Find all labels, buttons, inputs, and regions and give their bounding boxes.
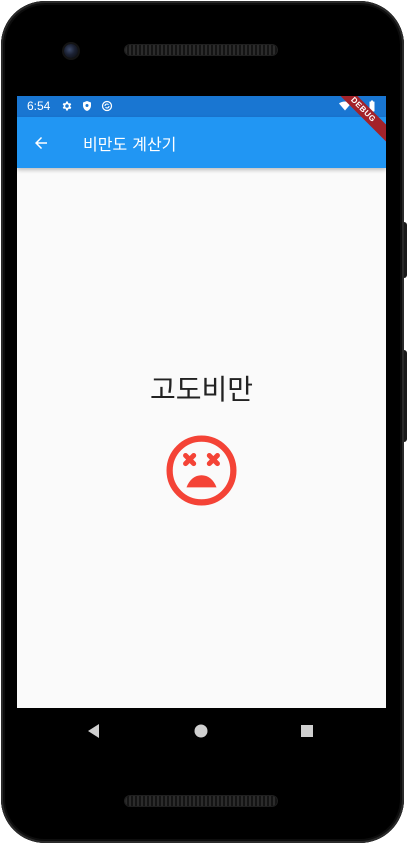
sync-icon [101,100,113,112]
arrow-back-icon [35,137,47,149]
back-triangle-icon[interactable] [85,722,103,740]
result-label: 고도비만 [149,373,254,406]
sentiment-very-dissatisfied-icon [166,435,237,506]
back-button[interactable] [27,129,55,157]
screen: 6:54 비만도 계산기 DEBUG 고도비만 [17,96,386,708]
settings-icon [62,101,72,111]
shield-icon [83,101,91,111]
status-bar: 6:54 [17,96,386,117]
app-bar: 비만도 계산기 [17,117,386,168]
top-speaker [125,45,277,55]
status-time: 6:54 [27,99,51,113]
bottom-speaker [125,796,277,806]
phone-frame: 6:54 비만도 계산기 DEBUG 고도비만 [0,0,407,846]
front-camera [64,44,78,58]
recents-square-icon[interactable] [298,722,316,740]
page-title: 비만도 계산기 [83,135,177,154]
navigation-bar [17,708,386,754]
home-circle-icon[interactable] [192,722,210,740]
